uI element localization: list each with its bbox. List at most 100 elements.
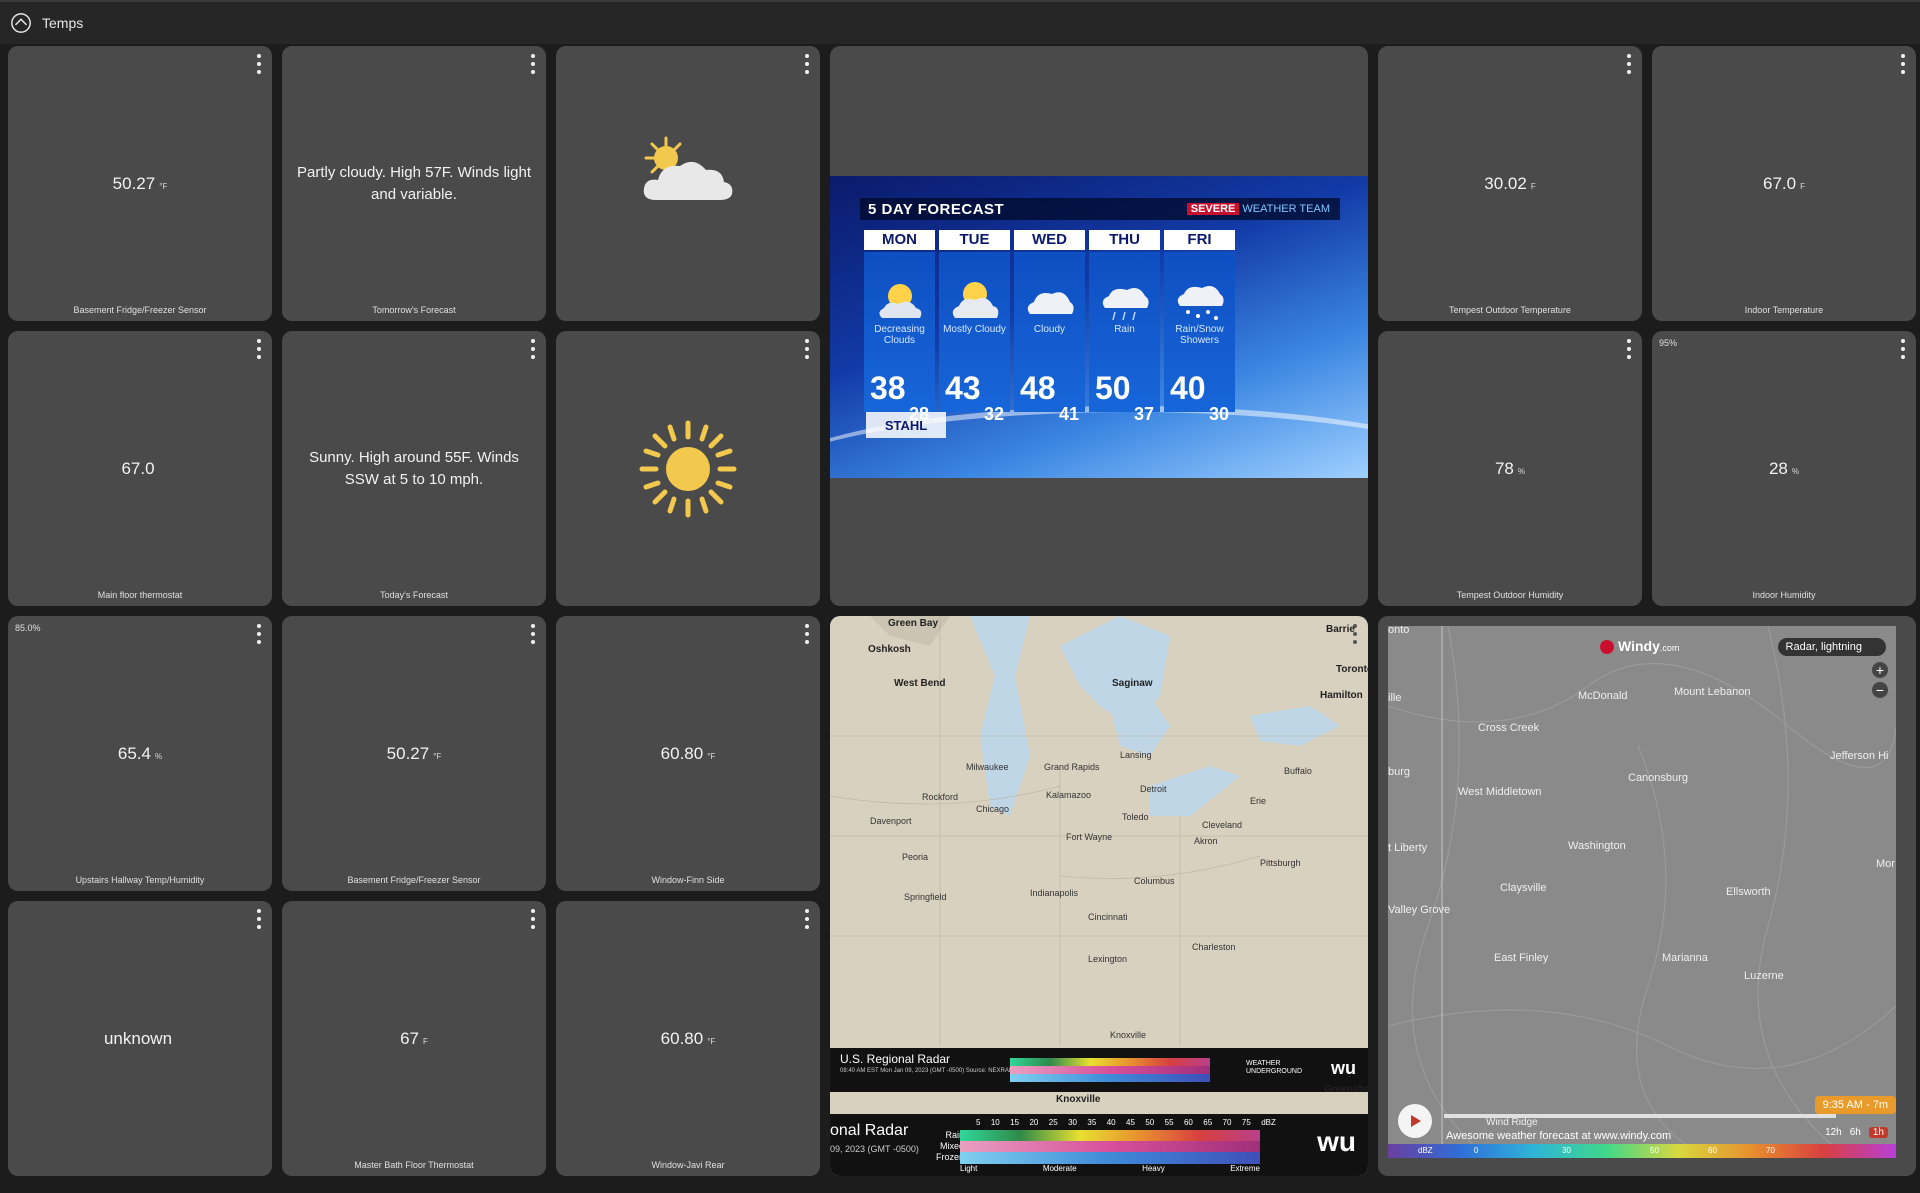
more-options-icon[interactable] [1898,339,1908,359]
sensor-label: Tempest Outdoor Humidity [1456,590,1564,600]
rain-icon [1102,288,1149,321]
more-options-icon[interactable] [528,339,538,359]
partly-cloudy-icon [643,136,733,200]
windy-brand[interactable]: Windy.com [1600,638,1679,655]
sensor-label: Indoor Temperature [1744,305,1824,315]
zoom-out-icon[interactable]: − [1872,682,1888,698]
sun-icon [639,420,737,518]
five-day-forecast-tile[interactable]: 5 DAY FORECAST SEVERE WEATHER TEAM MON De… [830,46,1368,606]
more-options-icon[interactable] [1624,54,1634,74]
more-options-icon[interactable] [254,909,264,929]
city-label: Charleston [1192,942,1236,952]
forecast-text-tile[interactable]: Partly cloudy. High 57F. Winds light and… [282,46,546,321]
more-options-icon[interactable] [802,339,812,359]
sensor-tile[interactable]: unknown [8,901,272,1176]
place-label: Luzerne [1744,970,1784,982]
sensor-label: Basement Fridge/Freezer Sensor [347,875,481,885]
place-label: McDonald [1578,690,1628,702]
sensor-tile[interactable]: 67.0 F Indoor Temperature [1652,46,1916,321]
sensor-label: Main floor thermostat [97,590,183,600]
more-options-icon[interactable] [528,909,538,929]
city-label: Fort Wayne [1066,832,1113,842]
more-options-icon[interactable] [528,54,538,74]
city-label: Saginaw [1112,678,1153,689]
sensor-tile[interactable]: 78% Tempest Outdoor Humidity [1378,331,1642,606]
city-label: Cleveland [1202,820,1243,830]
windy-promo-link[interactable]: Awesome weather forecast at www.windy.co… [1446,1130,1671,1142]
city-label: West Bend [894,678,946,689]
forecast-day: FRI Rain/Snow Showers 40 30 [1164,230,1235,424]
more-options-icon[interactable] [802,909,812,929]
sensor-tile[interactable]: 30.02 F Tempest Outdoor Temperature [1378,46,1642,321]
play-button[interactable] [1398,1104,1432,1138]
more-options-icon[interactable] [802,624,812,644]
sensor-value: 28% [1768,458,1800,478]
forecast-day: THU Rain 50 37 [1089,230,1160,424]
sensor-tile[interactable]: 85.0% 65.4% Upstairs Hallway Temp/Humidi… [8,616,272,891]
windy-radar-tile[interactable]: McDonald Mount Lebanon Cross Creek Jeffe… [1378,616,1916,1176]
city-label: Indianapolis [1030,888,1079,898]
forecast-text: Partly cloudy. High 57F. Winds light and… [297,163,531,203]
place-label: t Liberty [1388,842,1428,854]
forecast-day: WED Cloudy 48 41 [1014,230,1085,424]
sensor-tile[interactable]: 50.27 °F Basement Fridge/Freezer Sensor [282,616,546,891]
sensor-tile[interactable]: 50.27 °F Basement Fridge/Freezer Sensor [8,46,272,321]
city-label: Cincinnati [1088,912,1128,922]
cloudy-icon [1027,292,1074,314]
sensor-tile[interactable]: 95% 28% Indoor Humidity [1652,331,1916,606]
more-options-icon[interactable] [254,54,264,74]
city-label: Akron [1194,836,1218,846]
more-options-icon[interactable] [254,339,264,359]
more-options-icon[interactable] [802,54,812,74]
humidity-corner: 95% [1659,338,1678,348]
sensor-value: 65.4% [117,743,163,763]
us-regional-radar-tile[interactable]: Green Bay Oshkosh West Bend Saginaw Barr… [830,616,1368,1176]
mostly-cloudy-icon [952,282,999,318]
home-assistant-logo-icon[interactable] [10,12,32,34]
more-options-icon[interactable] [528,624,538,644]
place-label: West Middletown [1458,786,1542,798]
sensor-label: Tomorrow's Forecast [372,305,456,315]
more-options-icon[interactable] [1624,339,1634,359]
city-label: Kalamazoo [1046,790,1092,800]
play-icon [1411,1115,1421,1127]
more-options-icon[interactable] [254,624,264,644]
weather-underground-logo-icon: wu [1331,1058,1356,1078]
timeline-slider[interactable] [1444,1114,1836,1118]
time-badge: 9:35 AM - 7m [1814,1096,1896,1114]
forecast-day: TUE Mostly Cloudy 43 32 [939,230,1010,424]
sensor-value: unknown [103,1028,173,1048]
place-label: Ellsworth [1726,886,1771,898]
place-label: onto [1388,626,1410,636]
windy-logo-icon [1600,640,1614,655]
dashboard-grid: 50.27 °F Basement Fridge/Freezer Sensor P… [8,46,1916,1176]
sensor-value: 60.80 °F [660,1028,716,1048]
zoom-in-icon[interactable]: + [1872,662,1888,678]
city-label: Barrie [1326,624,1355,635]
sensor-label: Today's Forecast [380,590,448,600]
forecast-text-tile[interactable]: Sunny. High around 55F. Winds SSW at 5 t… [282,331,546,606]
more-options-icon[interactable] [1898,54,1908,74]
sensor-value: 78% [1494,458,1526,478]
city-label: Lexington [1088,954,1128,964]
weather-icon-tile[interactable] [556,46,820,321]
windy-map[interactable]: McDonald Mount Lebanon Cross Creek Jeffe… [1388,626,1896,1158]
city-label: Toronto [1336,664,1368,675]
city-label: Chicago [976,804,1010,814]
weather-icon-tile[interactable] [556,331,820,606]
sensor-tile[interactable]: 60.80 °F Window-Javi Rear [556,901,820,1176]
sensor-label: Basement Fridge/Freezer Sensor [73,305,207,315]
place-label: Canonsburg [1628,772,1688,784]
sensor-tile[interactable]: 67.0 Main floor thermostat [8,331,272,606]
overlay-selector[interactable]: Radar, lightning [1777,638,1886,656]
dbz-color-scale: dBZ 0 30 50 60 70 [1388,1144,1896,1158]
place-label: Washington [1568,840,1626,852]
sensor-tile[interactable]: 60.80 °F Window-Finn Side [556,616,820,891]
sensor-tile[interactable]: 67 F Master Bath Floor Thermostat [282,901,546,1176]
sensor-value: 67.0 F [1763,173,1805,193]
timeframe-selector[interactable]: 12h 6h 1h [1825,1127,1888,1138]
place-label: burg [1388,766,1411,778]
city-label: Rockford [922,792,959,802]
city-label: Knoxville [1110,1030,1147,1040]
place-label: Marianna [1662,952,1708,964]
